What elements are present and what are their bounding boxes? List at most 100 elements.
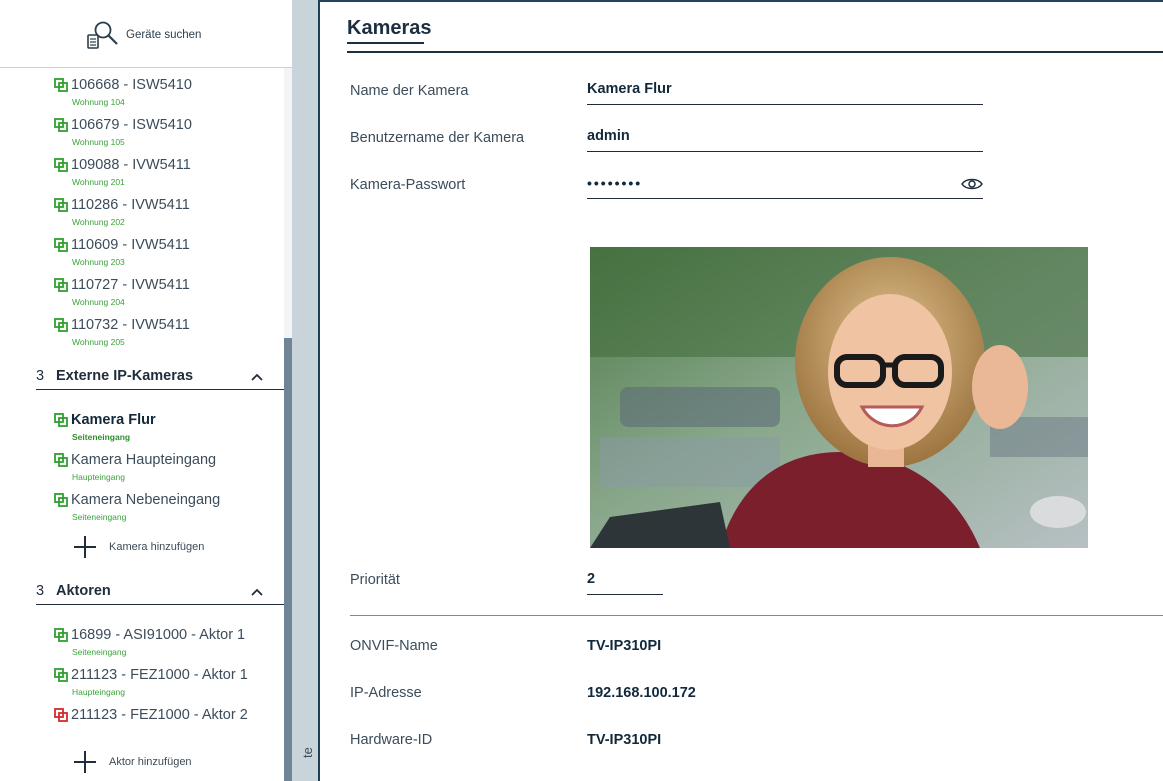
device-name: 110732 - IVW5411 (71, 317, 190, 333)
device-location: Wohnung 202 (72, 217, 125, 227)
search-devices-label: Geräte suchen (126, 29, 202, 41)
add-camera-label: Kamera hinzufügen (109, 541, 205, 553)
scrollbar-thumb[interactable] (284, 338, 292, 781)
device-item[interactable]: 110286 - IVW5411 Wohnung 202 (54, 196, 282, 232)
ip-address-value: 192.168.100.172 (587, 685, 696, 701)
camera-name: Kamera Flur (71, 412, 156, 428)
section-count: 3 (36, 583, 45, 599)
linked-device-icon (54, 708, 68, 722)
camera-username-value: admin (587, 128, 630, 144)
add-camera-button[interactable]: Kamera hinzufügen (72, 535, 204, 559)
camera-name-label: Name der Kamera (350, 83, 469, 99)
chevron-up-icon[interactable] (250, 372, 264, 382)
device-item[interactable]: 110732 - IVW5411 Wohnung 205 (54, 316, 282, 352)
camera-location: Haupteingang (72, 472, 125, 482)
device-name: 110609 - IVW5411 (71, 237, 190, 253)
add-actor-button[interactable]: Aktor hinzufügen (72, 750, 192, 774)
linked-device-icon (54, 668, 68, 682)
device-name: 110286 - IVW5411 (71, 197, 190, 213)
device-name: 110727 - IVW5411 (71, 277, 190, 293)
actor-location: Haupteingang (72, 687, 125, 697)
page-title: Kameras (347, 17, 432, 39)
device-item[interactable]: 110727 - IVW5411 Wohnung 204 (54, 276, 282, 312)
actor-item[interactable]: 211123 - FEZ1000 - Aktor 2 (54, 706, 282, 742)
camera-username-label: Benutzername der Kamera (350, 130, 525, 146)
linked-device-icon (54, 493, 68, 507)
linked-device-icon (54, 238, 68, 252)
linked-device-icon (54, 78, 68, 92)
priority-value: 2 (587, 571, 596, 587)
camera-item-flur[interactable]: Kamera Flur Seiteneingang (54, 411, 282, 447)
device-item[interactable]: 109088 - IVW5411 Wohnung 201 (54, 156, 282, 192)
section-header-cameras[interactable]: 3 Externe IP-Kameras (36, 368, 284, 390)
camera-item-haupteingang[interactable]: Kamera Haupteingang Haupteingang (54, 451, 282, 487)
add-actor-label: Aktor hinzufügen (109, 756, 192, 768)
collapsed-panel[interactable] (292, 0, 318, 781)
camera-detail-panel: Kameras Name der Kamera Kamera Flur Benu… (320, 0, 1163, 781)
device-location: Wohnung 205 (72, 337, 125, 347)
device-location: Wohnung 201 (72, 177, 125, 187)
search-devices-button[interactable]: Geräte suchen (86, 20, 201, 50)
plus-icon (72, 750, 98, 774)
device-location: Wohnung 203 (72, 257, 125, 267)
title-underline-accent (347, 42, 424, 44)
search-device-icon (87, 21, 118, 49)
actor-location: Seiteneingang (72, 647, 127, 657)
onvif-name-label: ONVIF-Name (350, 638, 438, 654)
priority-field[interactable]: 2 (587, 569, 663, 595)
top-border (320, 0, 1163, 2)
chevron-up-icon[interactable] (250, 587, 264, 597)
camera-password-field[interactable]: •••••••• (587, 173, 983, 199)
device-location: Wohnung 204 (72, 297, 125, 307)
linked-device-icon (54, 158, 68, 172)
sidebar: Geräte suchen 106668 - ISW5410 Wohnung 1… (0, 0, 292, 781)
camera-preview-image (590, 247, 1088, 548)
plus-icon (72, 535, 98, 559)
linked-device-icon (54, 453, 68, 467)
camera-name: Kamera Nebeneingang (71, 492, 221, 508)
actor-name: 211123 - FEZ1000 - Aktor 2 (71, 707, 248, 723)
camera-item-nebeneingang[interactable]: Kamera Nebeneingang Seiteneingang (54, 491, 282, 527)
camera-location: Seiteneingang (72, 432, 131, 442)
actor-name: 16899 - ASI91000 - Aktor 1 (71, 627, 246, 643)
camera-location: Seiteneingang (72, 512, 127, 522)
section-count: 3 (36, 368, 45, 384)
linked-device-icon (54, 413, 68, 427)
linked-device-icon (54, 118, 68, 132)
section-title: Aktoren (56, 583, 111, 599)
search-bar: Geräte suchen (0, 0, 292, 68)
actor-item[interactable]: 16899 - ASI91000 - Aktor 1 Seiteneingang (54, 626, 282, 662)
ip-address-label: IP-Adresse (350, 685, 422, 701)
device-item[interactable]: 110609 - IVW5411 Wohnung 203 (54, 236, 282, 272)
section-header-actors[interactable]: 3 Aktoren (36, 583, 284, 605)
actor-name: 211123 - FEZ1000 - Aktor 1 (71, 667, 248, 683)
camera-name-field[interactable]: Kamera Flur (587, 79, 983, 105)
section-title: Externe IP-Kameras (56, 368, 194, 384)
eye-icon[interactable] (961, 177, 983, 191)
linked-device-icon (54, 318, 68, 332)
actor-item[interactable]: 211123 - FEZ1000 - Aktor 1 Haupteingang (54, 666, 282, 702)
title-underline (347, 51, 1163, 53)
camera-password-label: Kamera-Passwort (350, 177, 466, 193)
device-location: Wohnung 104 (72, 97, 125, 107)
camera-name: Kamera Haupteingang (71, 452, 217, 468)
device-name: 109088 - IVW5411 (71, 157, 191, 173)
priority-label: Priorität (350, 572, 400, 588)
device-name: 106668 - ISW5410 (71, 77, 192, 93)
linked-device-icon (54, 628, 68, 642)
camera-snapshot (590, 247, 1088, 548)
hardware-id-value: TV-IP310PI (587, 732, 662, 748)
camera-password-value: •••••••• (587, 175, 643, 191)
camera-username-field[interactable]: admin (587, 126, 983, 152)
device-name: 106679 - ISW5410 (71, 117, 192, 133)
device-item[interactable]: 106679 - ISW5410 Wohnung 105 (54, 116, 282, 152)
linked-device-icon (54, 198, 68, 212)
collapsed-panel-label: te (300, 747, 315, 758)
device-item[interactable]: 106668 - ISW5410 Wohnung 104 (54, 76, 282, 112)
device-location: Wohnung 105 (72, 137, 125, 147)
section-divider (350, 615, 1163, 616)
onvif-name-value: TV-IP310PI (587, 638, 662, 654)
camera-name-value: Kamera Flur (587, 81, 672, 97)
linked-device-icon (54, 278, 68, 292)
hardware-id-label: Hardware-ID (350, 732, 433, 748)
